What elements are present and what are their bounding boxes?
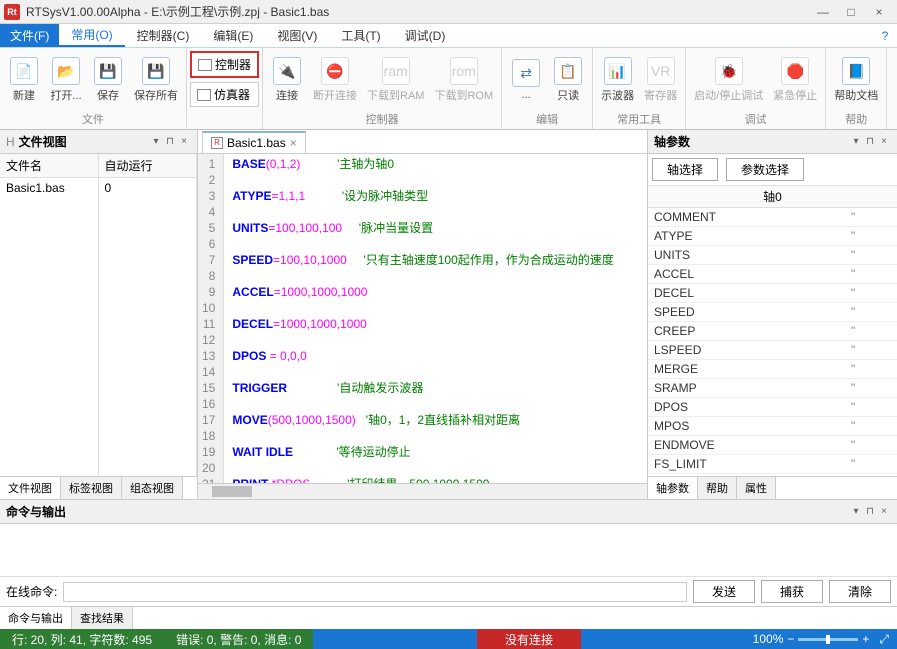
tab-view[interactable]: 视图(V): [265, 24, 329, 47]
tab-debug[interactable]: 调试(D): [393, 24, 458, 47]
start-debug-button[interactable]: 🐞启动/停止调试: [690, 55, 767, 105]
axis-header: 轴0: [648, 186, 897, 208]
tab-tool[interactable]: 工具(T): [329, 24, 392, 47]
panel-pin[interactable]: ⊓: [163, 136, 177, 147]
tab-filename: Basic1.bas: [227, 136, 286, 150]
left-tab-label[interactable]: 标签视图: [61, 477, 122, 499]
param-row[interactable]: ENDMOVE": [648, 436, 897, 455]
open-button[interactable]: 📂打开...: [46, 55, 86, 105]
param-row[interactable]: ACCEL": [648, 265, 897, 284]
param-row[interactable]: COMMENT": [648, 208, 897, 227]
tab-controller[interactable]: 控制器(C): [125, 24, 202, 47]
panel-dropdown[interactable]: ▾: [149, 136, 163, 147]
code-editor[interactable]: 123456789101112131415161718192021 BASE(0…: [198, 154, 647, 483]
file-view-title: 文件视图: [19, 133, 149, 150]
minimize-button[interactable]: —: [809, 5, 837, 19]
param-row[interactable]: DECEL": [648, 284, 897, 303]
cmd-title: 命令与输出: [6, 503, 849, 520]
right-tab-axis[interactable]: 轴参数: [648, 477, 698, 499]
connection-status: 没有连接: [477, 629, 581, 649]
param-row[interactable]: ATYPE": [648, 227, 897, 246]
titlebar: Rt RTSysV1.00.00Alpha - E:\示例工程\示例.zpj -…: [0, 0, 897, 24]
estop-button[interactable]: 🛑紧急停止: [769, 55, 821, 105]
save-button[interactable]: 💾保存: [88, 55, 128, 105]
param-row[interactable]: UNITS": [648, 246, 897, 265]
capture-button[interactable]: 捕获: [761, 580, 823, 603]
param-row[interactable]: DPOS": [648, 398, 897, 417]
bottom-tab-cmd[interactable]: 命令与输出: [0, 607, 72, 629]
tab-close[interactable]: ×: [290, 136, 297, 150]
tab-common[interactable]: 常用(O): [59, 24, 124, 47]
send-button[interactable]: 发送: [693, 580, 755, 603]
panel-pin[interactable]: ⊓: [863, 506, 877, 517]
disconnect-button[interactable]: ⛔断开连接: [309, 55, 361, 105]
axis-select-button[interactable]: 轴选择: [652, 158, 718, 181]
controller-icon: [198, 59, 212, 71]
connect-button[interactable]: 🔌连接: [267, 55, 307, 105]
param-row[interactable]: CREEP": [648, 322, 897, 341]
left-tabs: 文件视图 标签视图 组态视图: [0, 476, 197, 499]
panel-close[interactable]: ×: [877, 136, 891, 147]
statusbar: 行: 20, 列: 41, 字符数: 495 错误: 0, 警告: 0, 消息:…: [0, 629, 897, 649]
clear-button[interactable]: 清除: [829, 580, 891, 603]
right-tab-help[interactable]: 帮助: [698, 477, 737, 499]
simulator-icon: [197, 89, 211, 101]
file-view-panel: H文件视图 ▾ ⊓ × 文件名Basic1.bas 自动运行0 文件视图 标签视…: [0, 130, 198, 499]
editor-tab[interactable]: R Basic1.bas ×: [202, 131, 306, 153]
cursor-position: 行: 20, 列: 41, 字符数: 495: [0, 629, 164, 649]
h-scrollbar[interactable]: [198, 483, 647, 499]
panel-dropdown[interactable]: ▾: [849, 136, 863, 147]
axis-params-panel: 轴参数 ▾ ⊓ × 轴选择 参数选择 轴0 COMMENT"ATYPE"UNIT…: [647, 130, 897, 499]
window-title: RTSysV1.00.00Alpha - E:\示例工程\示例.zpj - Ba…: [26, 3, 809, 20]
left-tab-file[interactable]: 文件视图: [0, 477, 61, 499]
param-row[interactable]: SPEED": [648, 303, 897, 322]
close-button[interactable]: ×: [865, 5, 893, 19]
simulator-mode[interactable]: 仿真器: [190, 82, 259, 107]
download-ram-button[interactable]: ram下载到RAM: [363, 55, 428, 105]
bottom-tab-search[interactable]: 查找结果: [72, 607, 133, 629]
col-autorun: 自动运行: [99, 154, 197, 178]
param-row[interactable]: LSPEED": [648, 341, 897, 360]
ribbon: 📄新建 📂打开... 💾保存 💾保存所有 文件 控制器 仿真器 🔌连接 ⛔断开连…: [0, 48, 897, 130]
panel-pin[interactable]: ⊓: [863, 136, 877, 147]
register-button[interactable]: VR寄存器: [640, 55, 681, 105]
error-count: 错误: 0, 警告: 0, 消息: 0: [164, 629, 313, 649]
file-type-icon: R: [211, 137, 223, 149]
menubar: 文件(F) 常用(O) 控制器(C) 编辑(E) 视图(V) 工具(T) 调试(…: [0, 24, 897, 48]
app-icon: Rt: [4, 4, 20, 20]
panel-close[interactable]: ×: [877, 506, 891, 517]
panel-dropdown[interactable]: ▾: [849, 506, 863, 517]
panel-close[interactable]: ×: [177, 136, 191, 147]
param-row[interactable]: MERGE": [648, 360, 897, 379]
help-icon[interactable]: ?: [873, 24, 897, 47]
param-row[interactable]: MPOS": [648, 417, 897, 436]
editor-tabs: R Basic1.bas ×: [198, 130, 647, 154]
download-rom-button[interactable]: rom下载到ROM: [430, 55, 497, 105]
scope-button[interactable]: 📊示波器: [597, 55, 638, 105]
autorun-value: 0: [99, 178, 197, 198]
maximize-button[interactable]: □: [837, 5, 865, 19]
compile-button[interactable]: ⇄...: [506, 57, 546, 103]
param-select-button[interactable]: 参数选择: [726, 158, 804, 181]
new-button[interactable]: 📄新建: [4, 55, 44, 105]
cmd-label: 在线命令:: [6, 583, 57, 600]
controller-mode[interactable]: 控制器: [190, 51, 259, 78]
saveall-button[interactable]: 💾保存所有: [130, 55, 182, 105]
file-item[interactable]: Basic1.bas: [0, 178, 98, 198]
help-doc-button[interactable]: 📘帮助文档: [830, 55, 882, 105]
tab-edit[interactable]: 编辑(E): [201, 24, 265, 47]
param-row[interactable]: SRAMP": [648, 379, 897, 398]
file-menu[interactable]: 文件(F): [0, 24, 59, 47]
command-input[interactable]: [63, 582, 687, 602]
command-output-panel: 命令与输出 ▾ ⊓ × 在线命令: 发送 捕获 清除 命令与输出 查找结果: [0, 499, 897, 629]
left-tab-config[interactable]: 组态视图: [122, 477, 183, 499]
output-area: [0, 524, 897, 576]
zoom-control[interactable]: 100%−+⤢: [745, 632, 897, 647]
axis-params-title: 轴参数: [654, 133, 849, 150]
param-row[interactable]: FS_LIMIT": [648, 455, 897, 474]
col-filename: 文件名: [0, 154, 98, 178]
readonly-button[interactable]: 📋只读: [548, 55, 588, 105]
right-tab-props[interactable]: 属性: [737, 477, 776, 499]
